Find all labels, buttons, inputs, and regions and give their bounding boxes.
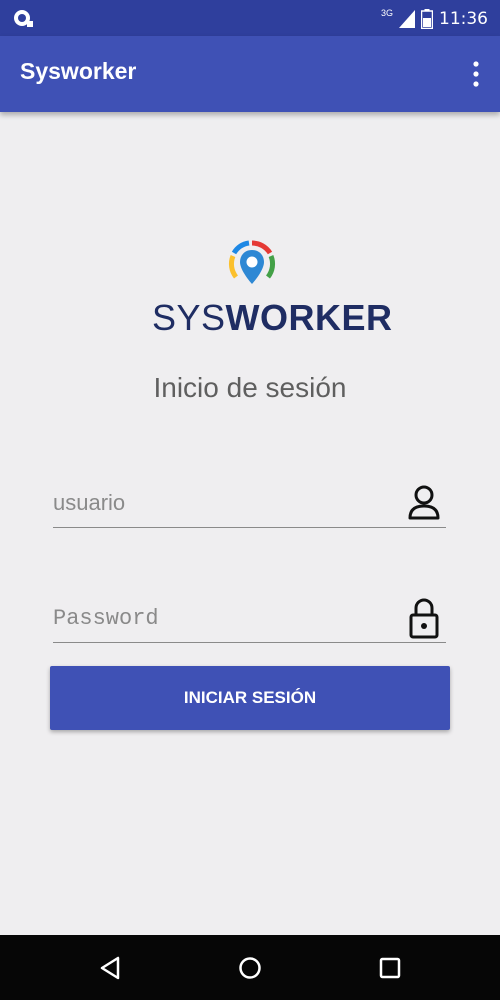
sysworker-logo: SYSWORKER xyxy=(150,240,392,340)
status-bar: 3G 11:36 xyxy=(0,0,500,36)
username-field xyxy=(53,480,446,528)
home-icon[interactable] xyxy=(237,955,263,981)
logo-wordmark: SYSWORKER xyxy=(152,297,392,339)
logo-text-light: SYS xyxy=(152,297,226,338)
logo-text-bold: WORKER xyxy=(225,297,393,338)
password-input[interactable] xyxy=(53,595,393,641)
lock-icon xyxy=(409,598,439,639)
network-type: 3G xyxy=(380,8,393,18)
clock: 11:36 xyxy=(439,9,488,29)
more-vert-icon[interactable] xyxy=(470,60,482,88)
signal-icon xyxy=(399,10,415,28)
app-bar: Sysworker xyxy=(0,36,500,112)
person-icon xyxy=(408,485,440,520)
password-field xyxy=(53,595,446,643)
login-button[interactable]: INICIAR SESIÓN xyxy=(50,666,450,730)
login-title: Inicio de sesión xyxy=(153,372,347,403)
navigation-bar xyxy=(0,935,500,1000)
notification-icon xyxy=(14,10,33,27)
app-title: Sysworker xyxy=(20,58,137,84)
location-pin-logo-icon xyxy=(228,240,276,284)
battery-icon xyxy=(421,9,433,29)
back-icon[interactable] xyxy=(98,955,124,981)
recents-icon[interactable] xyxy=(377,955,403,981)
username-input[interactable] xyxy=(53,480,393,526)
